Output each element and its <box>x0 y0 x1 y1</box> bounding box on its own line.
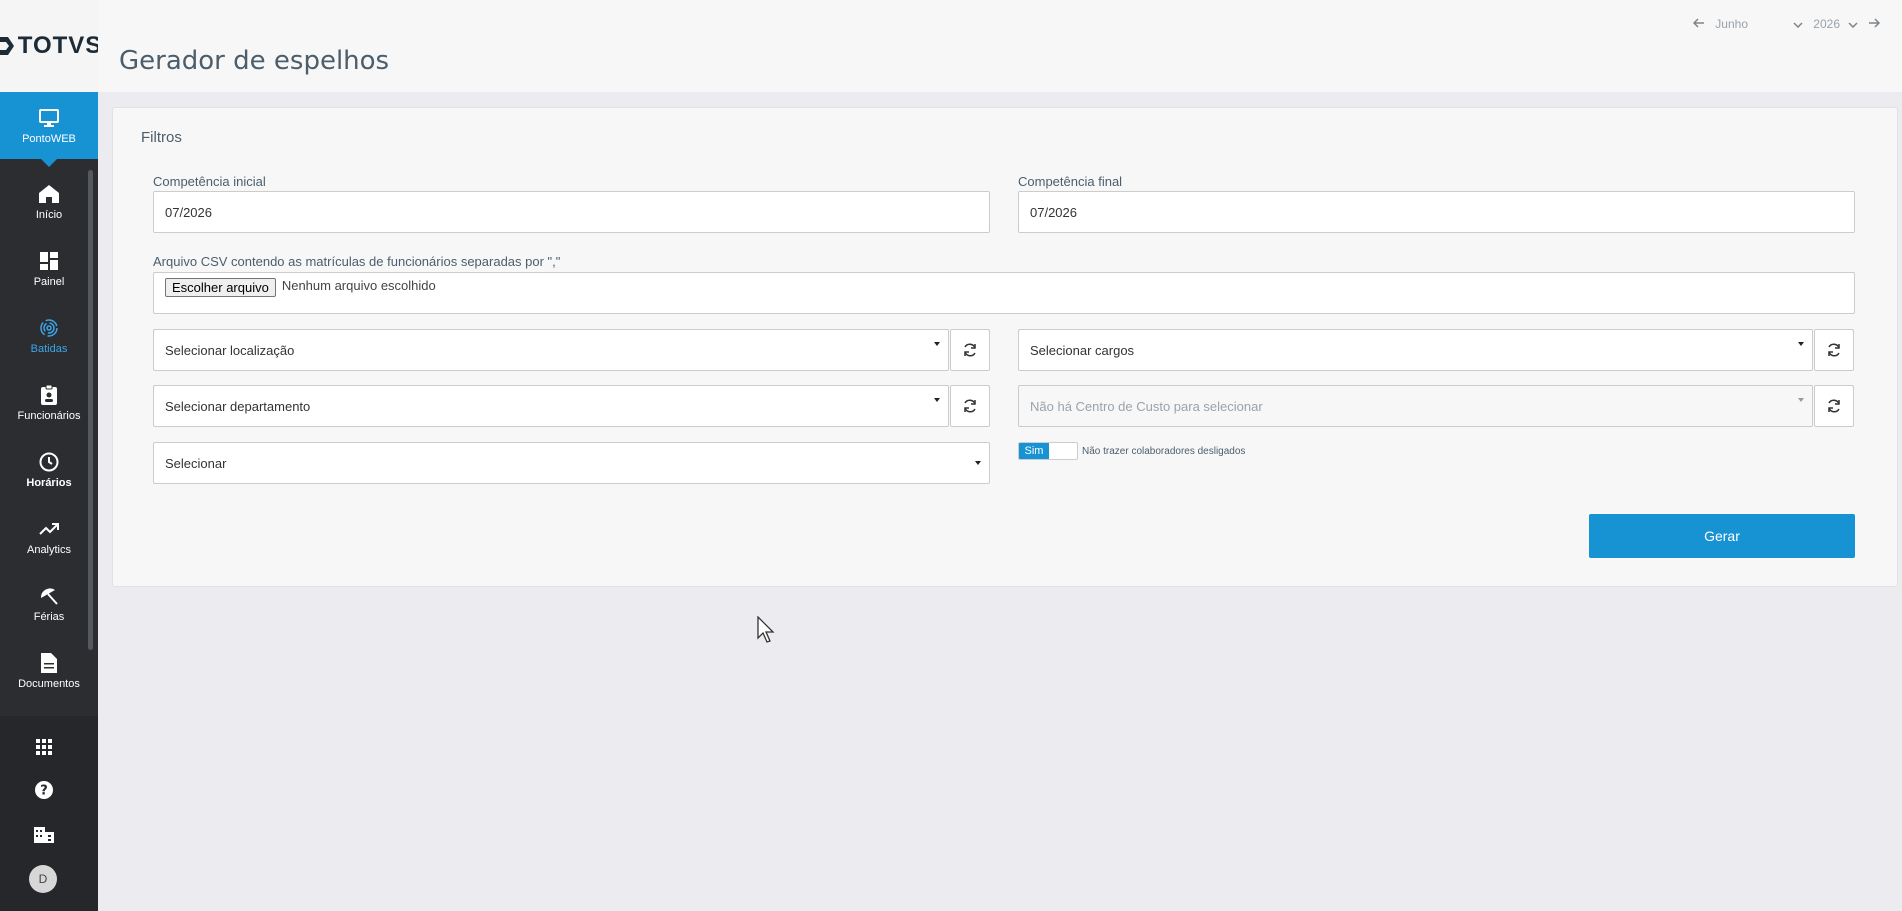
caret-down-icon <box>934 398 940 402</box>
competencia-inicial-value: 07/2026 <box>165 204 212 220</box>
sidebar-item-label: Painel <box>33 275 65 288</box>
apps-grid-icon[interactable] <box>33 736 55 758</box>
sidebar-item-batidas[interactable]: Batidas <box>0 302 98 369</box>
competencia-final-label: Competência final <box>1018 174 1123 189</box>
sidebar-item-pontoweb[interactable]: PontoWEB <box>0 92 98 167</box>
sidebar-item-label: Batidas <box>30 342 68 355</box>
localizacao-select[interactable]: Selecionar localização <box>153 329 949 371</box>
totvs-logo[interactable]: TOTVS <box>0 32 102 60</box>
sidebar-item-analytics[interactable]: Analytics <box>0 503 98 570</box>
refresh-cargos-button[interactable] <box>1814 329 1854 371</box>
toggle-label: Não trazer colaboradores desligados <box>1082 445 1246 457</box>
cargos-value: Selecionar cargos <box>1030 342 1135 358</box>
year-select[interactable]: 2026 <box>1813 17 1858 31</box>
csv-file-label: Arquivo CSV contendo as matrículas de fu… <box>153 254 561 269</box>
caret-down-icon <box>934 342 940 346</box>
mouse-cursor-icon <box>757 615 777 649</box>
refresh-icon <box>1828 399 1840 413</box>
period-selector: Junho 2026 <box>1693 17 1881 31</box>
sidebar: TOTVS PontoWEB Início Painel Batidas Fun… <box>0 0 101 911</box>
generic-select-value: Selecionar <box>165 455 227 471</box>
arrow-left-icon[interactable] <box>1693 17 1705 31</box>
company-building-icon[interactable] <box>33 823 55 845</box>
clock-icon <box>38 451 60 473</box>
cargos-select[interactable]: Selecionar cargos <box>1018 329 1813 371</box>
sidebar-item-label: Horários <box>26 476 72 489</box>
caret-down-icon <box>1798 398 1804 402</box>
document-icon <box>38 652 60 674</box>
localizacao-value: Selecionar localização <box>165 342 295 358</box>
centro-custo-select[interactable]: Não há Centro de Custo para selecionar <box>1018 385 1813 427</box>
panel-title: Filtros <box>141 129 182 146</box>
toggle-on-label: Sim <box>1019 443 1049 459</box>
logo-text: TOTVS <box>17 32 103 59</box>
caret-down-icon <box>975 461 981 465</box>
departamento-select[interactable]: Selecionar departamento <box>153 385 949 427</box>
sidebar-item-painel[interactable]: Painel <box>0 235 98 302</box>
monitor-icon <box>38 107 60 129</box>
totvs-logo-icon <box>0 37 14 55</box>
competencia-final-input[interactable]: 07/2026 <box>1018 191 1855 233</box>
dashboard-icon <box>38 250 60 272</box>
page-title: Gerador de espelhos <box>119 46 390 76</box>
sidebar-item-label: Férias <box>33 610 65 623</box>
gerar-button[interactable]: Gerar <box>1589 514 1855 558</box>
svg-text:?: ? <box>40 784 48 799</box>
logo-area: TOTVS <box>0 0 101 92</box>
competencia-final-value: 07/2026 <box>1030 204 1077 220</box>
sidebar-item-label: Analytics <box>26 543 72 556</box>
refresh-icon <box>964 399 976 413</box>
filters-panel: Filtros Competência inicial 07/2026 Comp… <box>112 107 1898 587</box>
page-header: Gerador de espelhos Junho 2026 <box>98 0 1902 92</box>
centro-custo-value: Não há Centro de Custo para selecionar <box>1030 398 1263 414</box>
file-status: Nenhum arquivo escolhido <box>281 278 436 293</box>
arrow-right-icon[interactable] <box>1868 17 1881 31</box>
refresh-icon <box>964 343 976 357</box>
competencia-inicial-input[interactable]: 07/2026 <box>153 191 990 233</box>
competencia-inicial-label: Competência inicial <box>153 174 266 189</box>
sidebar-item-funcionarios[interactable]: Funcionários <box>0 369 98 436</box>
toggle-switch[interactable]: Sim <box>1018 442 1078 460</box>
generic-select[interactable]: Selecionar <box>153 442 990 484</box>
sidebar-item-label: Início <box>35 208 63 221</box>
user-avatar[interactable]: D <box>29 865 57 893</box>
beach-umbrella-icon <box>38 585 60 607</box>
sidebar-item-inicio[interactable]: Início <box>0 168 98 235</box>
badge-icon <box>38 384 60 406</box>
sidebar-item-documentos[interactable]: Documentos <box>0 637 98 704</box>
refresh-localizacao-button[interactable] <box>950 329 990 371</box>
sidebar-item-ferias[interactable]: Férias <box>0 570 98 637</box>
help-icon[interactable]: ? <box>33 779 55 801</box>
month-select[interactable]: Junho <box>1715 17 1803 31</box>
month-value: Junho <box>1715 17 1748 31</box>
refresh-centro-custo-button[interactable] <box>1814 385 1854 427</box>
sidebar-nav: Início Painel Batidas Funcionários Horár… <box>0 168 98 704</box>
sidebar-item-horarios[interactable]: Horários <box>0 436 98 503</box>
csv-file-field: Escolher arquivo Nenhum arquivo escolhid… <box>153 272 1855 314</box>
chevron-down-icon <box>1793 17 1803 31</box>
desligados-toggle[interactable]: Sim Não trazer colaboradores desligados <box>1018 442 1245 460</box>
choose-file-button[interactable]: Escolher arquivo <box>165 278 276 297</box>
chevron-down-icon <box>1848 17 1858 31</box>
departamento-value: Selecionar departamento <box>165 398 311 414</box>
refresh-icon <box>1828 343 1840 357</box>
sidebar-item-label: Documentos <box>18 677 80 690</box>
caret-down-icon <box>1798 342 1804 346</box>
home-icon <box>38 183 60 205</box>
fingerprint-icon <box>38 317 60 339</box>
trending-up-icon <box>38 518 60 540</box>
sidebar-item-label: Funcionários <box>17 409 81 422</box>
sidebar-item-label: PontoWEB <box>22 132 76 145</box>
refresh-departamento-button[interactable] <box>950 385 990 427</box>
year-value: 2026 <box>1813 17 1840 31</box>
